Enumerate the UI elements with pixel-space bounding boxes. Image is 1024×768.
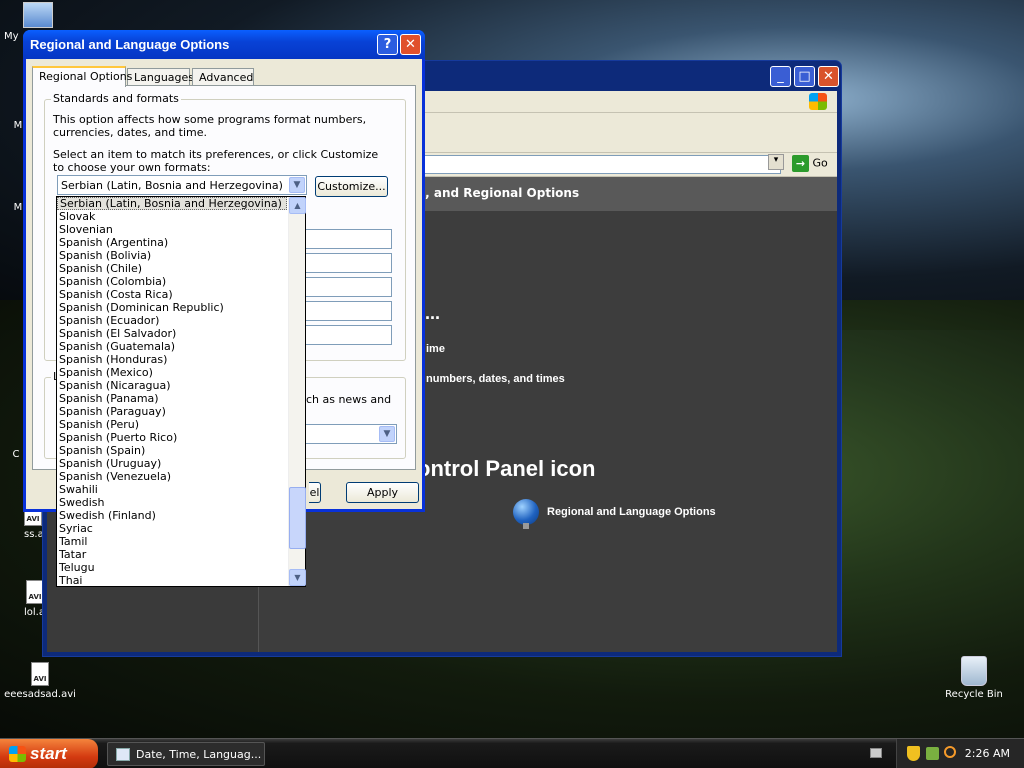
desktop-icon-recycle-bin[interactable]: Recycle Bin	[934, 656, 1014, 700]
windows-logo-icon	[809, 93, 827, 110]
customize-button[interactable]: Customize...	[315, 176, 388, 197]
search-icon[interactable]	[944, 746, 956, 758]
format-dropdown-list[interactable]: Serbian (Latin, Bosnia and Herzegovina) S…	[56, 196, 306, 587]
dropdown-option[interactable]: Spanish (Argentina)	[57, 236, 287, 249]
chevron-down-icon: ▼	[379, 426, 395, 442]
pick-icon-heading: ontrol Panel icon	[417, 456, 596, 481]
dropdown-option[interactable]: Slovenian	[57, 223, 287, 236]
scroll-down-button[interactable]: ▼	[289, 569, 306, 586]
format-select[interactable]: Serbian (Latin, Bosnia and Herzegovina) …	[57, 175, 307, 195]
dropdown-option[interactable]: Spanish (Panama)	[57, 392, 287, 405]
clock: 2:26 AM	[964, 747, 1010, 760]
recycle-bin-icon	[961, 656, 987, 686]
network-icon[interactable]	[926, 747, 939, 760]
dropdown-items: Serbian (Latin, Bosnia and Herzegovina) S…	[57, 197, 305, 587]
group-label: Standards and formats	[51, 92, 181, 105]
taskbar-item-regional[interactable]: Date, Time, Languag...	[107, 742, 265, 766]
desktop-icon-label: eeesadsad.avi	[4, 689, 76, 700]
dropdown-option[interactable]: Spanish (Ecuador)	[57, 314, 287, 327]
desktop-icon-label: Recycle Bin	[945, 689, 1003, 700]
dropdown-option[interactable]: Spanish (Bolivia)	[57, 249, 287, 262]
window-icon	[116, 748, 130, 761]
dropdown-option[interactable]: Slovak	[57, 210, 287, 223]
dropdown-option[interactable]: Telugu	[57, 561, 287, 574]
dropdown-scrollbar[interactable]: ▲ ▼	[288, 197, 306, 586]
dropdown-option[interactable]: Spanish (Mexico)	[57, 366, 287, 379]
dropdown-option[interactable]: Spanish (Uruguay)	[57, 457, 287, 470]
minimize-button[interactable]: _	[770, 66, 791, 87]
pick-task-heading: ...	[425, 303, 441, 323]
shield-icon[interactable]	[907, 746, 920, 761]
dropdown-option[interactable]: Syriac	[57, 522, 287, 535]
dialog-title: Regional and Language Options	[23, 30, 425, 59]
taskbar: start Date, Time, Languag... 2:26 AM	[0, 738, 1024, 768]
avi-file-icon: AVI	[31, 662, 49, 686]
go-arrow-icon: →	[792, 155, 809, 172]
desktop-icon-eeesadsad-avi[interactable]: AVI eeesadsad.avi	[0, 662, 80, 700]
maximize-button[interactable]: □	[794, 66, 815, 87]
tab-advanced[interactable]: Advanced	[192, 68, 254, 86]
dropdown-option[interactable]: Spanish (Guatemala)	[57, 340, 287, 353]
description-text: This option affects how some programs fo…	[53, 113, 367, 139]
close-button[interactable]: ✕	[818, 66, 839, 87]
apply-button[interactable]: Apply	[346, 482, 419, 503]
dropdown-option[interactable]: Spanish (Dominican Republic)	[57, 301, 287, 314]
computer-icon	[23, 2, 53, 28]
start-button[interactable]: start	[0, 739, 98, 768]
tab-regional-options[interactable]: Regional Options	[32, 66, 132, 87]
dropdown-option[interactable]: Spanish (Spain)	[57, 444, 287, 457]
dropdown-option[interactable]: Spanish (El Salvador)	[57, 327, 287, 340]
dropdown-option[interactable]: Thai	[57, 574, 287, 587]
dropdown-option[interactable]: Swedish	[57, 496, 287, 509]
keyboard-icon[interactable]	[870, 748, 882, 758]
tab-languages[interactable]: Languages	[127, 68, 194, 86]
dropdown-option[interactable]: Spanish (Chile)	[57, 262, 287, 275]
dropdown-option[interactable]: Serbian (Latin, Bosnia and Herzegovina)	[57, 197, 287, 210]
dropdown-option[interactable]: Swedish (Finland)	[57, 509, 287, 522]
windows-logo-icon	[9, 746, 26, 762]
globe-icon	[513, 499, 539, 529]
cancel-button[interactable]: el	[309, 482, 321, 503]
task-link-time[interactable]: ime	[426, 343, 445, 355]
chevron-down-icon[interactable]: ▼	[289, 177, 305, 193]
scroll-thumb[interactable]	[289, 487, 306, 549]
dropdown-option[interactable]: Spanish (Venezuela)	[57, 470, 287, 483]
task-link-numbers[interactable]: numbers, dates, and times	[426, 373, 565, 385]
address-dropdown-button[interactable]: ▾	[768, 154, 784, 170]
instruction-text: Select an item to match its preferences,…	[53, 148, 379, 174]
dropdown-option[interactable]: Tatar	[57, 548, 287, 561]
dropdown-option[interactable]: Spanish (Nicaragua)	[57, 379, 287, 392]
dropdown-option[interactable]: Spanish (Honduras)	[57, 353, 287, 366]
scroll-up-button[interactable]: ▲	[289, 197, 306, 214]
dropdown-option[interactable]: Spanish (Puerto Rico)	[57, 431, 287, 444]
dropdown-option[interactable]: Spanish (Colombia)	[57, 275, 287, 288]
location-text: uch as news and	[299, 393, 392, 406]
dropdown-option[interactable]: Spanish (Costa Rica)	[57, 288, 287, 301]
regional-options-link[interactable]: Regional and Language Options	[513, 499, 716, 529]
close-button[interactable]: ✕	[400, 34, 421, 55]
dropdown-option[interactable]: Swahili	[57, 483, 287, 496]
go-button[interactable]: → Go	[792, 155, 828, 172]
dropdown-option[interactable]: Spanish (Paraguay)	[57, 405, 287, 418]
dropdown-option[interactable]: Spanish (Peru)	[57, 418, 287, 431]
dropdown-option[interactable]: Tamil	[57, 535, 287, 548]
system-tray: 2:26 AM	[896, 739, 1024, 768]
location-select[interactable]: ▼	[293, 424, 397, 444]
help-button[interactable]: ?	[377, 34, 398, 55]
